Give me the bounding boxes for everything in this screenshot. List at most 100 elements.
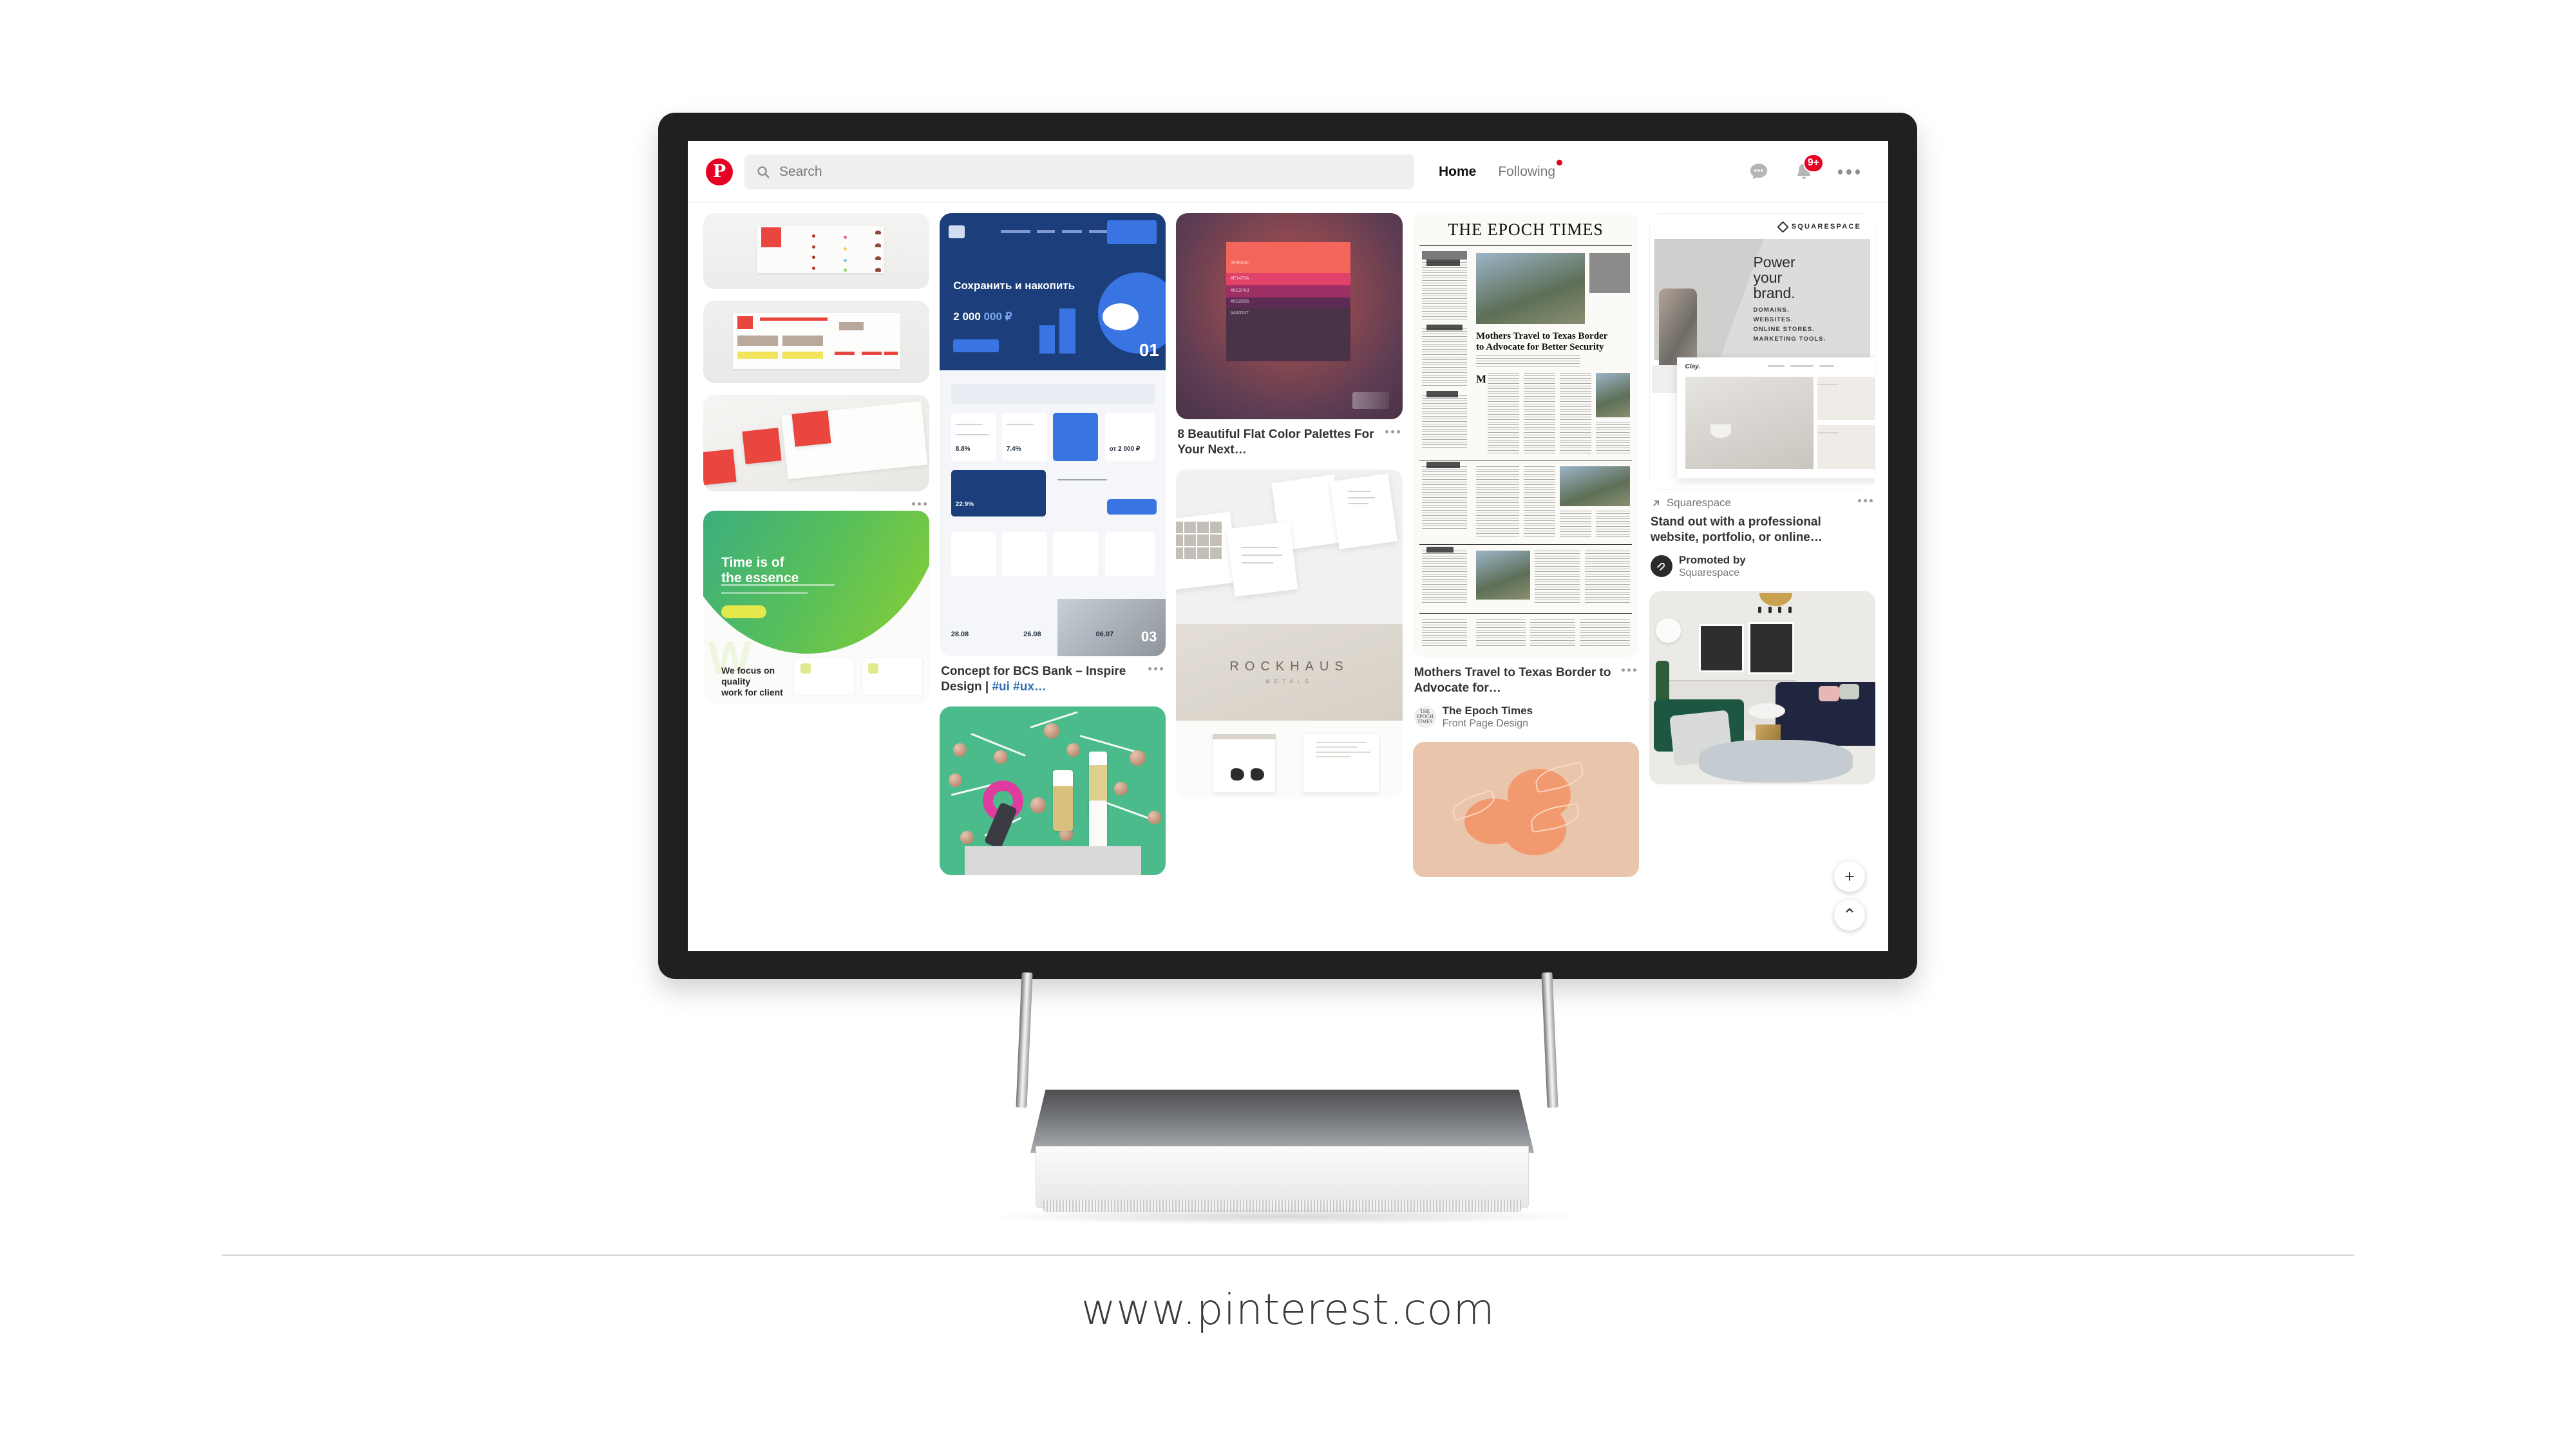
- ad-website-preview: Clay.: [1676, 357, 1875, 478]
- more-options-icon[interactable]: [1838, 161, 1860, 183]
- promoted-source[interactable]: Squarespace: [1651, 497, 1874, 509]
- brochure-mockup-3: [703, 395, 930, 491]
- bcs-stat-2: 7.4%: [1006, 445, 1021, 453]
- pin-card[interactable]: Time is of the essence W We focus on quali…: [703, 511, 930, 704]
- attribution-board: Squarespace: [1678, 567, 1740, 578]
- pin-card[interactable]: [1649, 591, 1876, 784]
- peach-line-art-image[interactable]: [1412, 741, 1639, 877]
- pin-column-4: THE EPOCH TIMES Mothers Travel to Texas …: [1412, 213, 1639, 951]
- pin-title-text: Stand out with a professional website, p…: [1650, 515, 1823, 544]
- notifications-icon[interactable]: 9+: [1793, 153, 1824, 183]
- green-site-subheading: We focus on quality work for client: [721, 665, 783, 697]
- bcs-hero-number: 01: [1139, 340, 1159, 361]
- japanese-brochure-mockups-image[interactable]: [703, 213, 930, 289]
- pin-card[interactable]: [1412, 741, 1639, 877]
- rockhaus-brochure-image[interactable]: ROCKHAUS METALS: [1176, 469, 1403, 798]
- bcs-bank-ui-concept-image[interactable]: Сохранить и накопить 2 000 000 ₽ 01 8.8%: [940, 213, 1166, 656]
- squarespace-ad-creative: SQUARESPACE Power your brand. DOMAINS. WEBS…: [1649, 213, 1876, 490]
- pin-attribution[interactable]: THE EPOCH TIMES The Epoch Times Front Page…: [1414, 704, 1638, 730]
- bcs-stat-1: 8.8%: [955, 445, 971, 453]
- external-link-icon: [1653, 500, 1659, 506]
- squarespace-avatar: [1650, 555, 1672, 578]
- nav-link-following[interactable]: Following: [1498, 159, 1563, 180]
- add-pin-button[interactable]: +: [1834, 861, 1865, 892]
- pin-column-2: Сохранить и накопить 2 000 000 ₽ 01 8.8%: [940, 213, 1166, 951]
- pinterest-top-nav: P Home Following: [688, 141, 1888, 203]
- pin-card[interactable]: ROCKHAUS METALS: [1176, 469, 1403, 798]
- pin-column-1: Time is of the essence W We focus on quali…: [703, 213, 930, 951]
- nav-link-home[interactable]: Home: [1439, 164, 1476, 180]
- squarespace-brand-lockup: SQUARESPACE: [1777, 220, 1862, 233]
- japanese-magazine-spread-image[interactable]: [703, 301, 930, 383]
- newspaper-front-page: THE EPOCH TIMES Mothers Travel to Texas …: [1412, 213, 1639, 658]
- bcs-hero-heading: Сохранить и накопить: [953, 279, 1075, 292]
- bcs-date-1: 28.08: [951, 630, 969, 639]
- rockhaus-wordmark: ROCKHAUS: [1229, 659, 1349, 674]
- pin-more-icon[interactable]: [1385, 430, 1400, 433]
- attribution-name: Promoted by: [1678, 553, 1746, 566]
- brochure-mockup-2: [703, 301, 930, 383]
- messages-icon[interactable]: [1748, 161, 1770, 183]
- rockhaus-wordmark-sub: METALS: [1265, 679, 1313, 685]
- interior-photo: [1649, 591, 1876, 784]
- pin-title: 8 Beautiful Flat Color Palettes For Your…: [1177, 427, 1401, 458]
- pin-more-icon[interactable]: [1148, 667, 1164, 670]
- bcs-bank-mockup: Сохранить и накопить 2 000 000 ₽ 01 8.8%: [940, 213, 1166, 656]
- pin-card[interactable]: [703, 301, 930, 383]
- red-cards-on-paper-image[interactable]: [703, 395, 930, 491]
- pin-title-text: Mothers Travel to Texas Border to Advoca…: [1414, 666, 1611, 695]
- rockhaus-wordmark-panel: ROCKHAUS METALS: [1176, 623, 1403, 721]
- flat-color-palette-image[interactable]: #F4655C #E1426A #9C2F63 #5D2B55 #4A3247: [1176, 213, 1403, 419]
- green-flatlay-beauty-products-image[interactable]: [940, 706, 1166, 875]
- pinterest-logo-icon[interactable]: P: [706, 158, 733, 185]
- ad-site-logo: Clay.: [1685, 363, 1701, 370]
- bcs-hero-amount: 2 000 000 ₽: [953, 310, 1012, 323]
- living-room-interior-image[interactable]: [1649, 591, 1876, 784]
- pin-title-hashtags: #ui #ux…: [992, 679, 1046, 694]
- pin-card-promoted[interactable]: SQUARESPACE Power your brand. DOMAINS. WEBS…: [1649, 213, 1876, 580]
- color-palette-swatches: #F4655C #E1426A #9C2F63 #5D2B55 #4A3247: [1176, 213, 1403, 419]
- pin-card[interactable]: [703, 395, 930, 506]
- pin-more-icon[interactable]: [1858, 499, 1873, 502]
- monitor-stand-arm-left: [1016, 972, 1033, 1108]
- attribution-board: Front Page Design: [1442, 717, 1529, 729]
- green-site-heading: Time is of the essence: [721, 555, 799, 586]
- scroll-to-top-button[interactable]: ⌃: [1834, 900, 1865, 931]
- promoted-source-label: Squarespace: [1666, 497, 1731, 509]
- bcs-date-2: 26.08: [1023, 630, 1041, 639]
- bcs-date-3: 06.07: [1095, 630, 1114, 639]
- pin-card[interactable]: Сохранить и накопить 2 000 000 ₽ 01 8.8%: [940, 213, 1166, 695]
- pin-more-icon[interactable]: [912, 502, 927, 506]
- pin-card[interactable]: [940, 706, 1166, 875]
- monitor-stand-arm-right: [1541, 972, 1558, 1108]
- pin-more-icon[interactable]: [1621, 668, 1636, 672]
- nav-link-following-label: Following: [1498, 164, 1556, 179]
- pin-card[interactable]: #F4655C #E1426A #9C2F63 #5D2B55 #4A3247 …: [1176, 213, 1403, 458]
- search-bar[interactable]: [744, 154, 1414, 189]
- footer-divider: [222, 1255, 2354, 1256]
- beauty-flatlay: [940, 706, 1166, 875]
- pin-attribution[interactable]: Promoted by Squarespace: [1650, 553, 1874, 580]
- squarespace-ad-image[interactable]: SQUARESPACE Power your brand. DOMAINS. WEBS…: [1649, 213, 1876, 490]
- nav-links: Home Following: [1439, 159, 1563, 180]
- pin-masonry-grid[interactable]: Time is of the essence W We focus on quali…: [688, 203, 1888, 951]
- pin-title: Mothers Travel to Texas Border to Advoca…: [1414, 665, 1638, 696]
- pin-title-text: 8 Beautiful Flat Color Palettes For Your…: [1177, 428, 1374, 457]
- epoch-times-front-page-image[interactable]: THE EPOCH TIMES Mothers Travel to Texas …: [1412, 213, 1639, 658]
- squarespace-brand-text: SQUARESPACE: [1791, 223, 1862, 231]
- monitor-stand-hinge: [1030, 1090, 1534, 1153]
- pin-column-3: #F4655C #E1426A #9C2F63 #5D2B55 #4A3247 …: [1176, 213, 1403, 951]
- green-gradient-website-image[interactable]: Time is of the essence W We focus on quali…: [703, 511, 930, 704]
- site-url-caption: www.pinterest.com: [1081, 1285, 1495, 1334]
- newspaper-headline: Mothers Travel to Texas Border to Advocat…: [1475, 330, 1608, 352]
- green-agency-website: Time is of the essence W We focus on quali…: [703, 511, 930, 704]
- attribution-name: The Epoch Times: [1442, 704, 1533, 717]
- pin-card[interactable]: [703, 213, 930, 289]
- search-input[interactable]: [779, 164, 1403, 180]
- pin-title: Concept for BCS Bank – Inspire Design | …: [941, 664, 1164, 695]
- ad-bullets: DOMAINS. WEBSITES. ONLINE STORES. MARKETING…: [1753, 307, 1826, 343]
- pin-column-5: SQUARESPACE Power your brand. DOMAINS. WEBS…: [1649, 213, 1876, 951]
- pin-card[interactable]: THE EPOCH TIMES Mothers Travel to Texas …: [1412, 213, 1639, 730]
- brochure-mockup-1: [703, 213, 930, 289]
- white-brochure-mockup: [1176, 469, 1403, 624]
